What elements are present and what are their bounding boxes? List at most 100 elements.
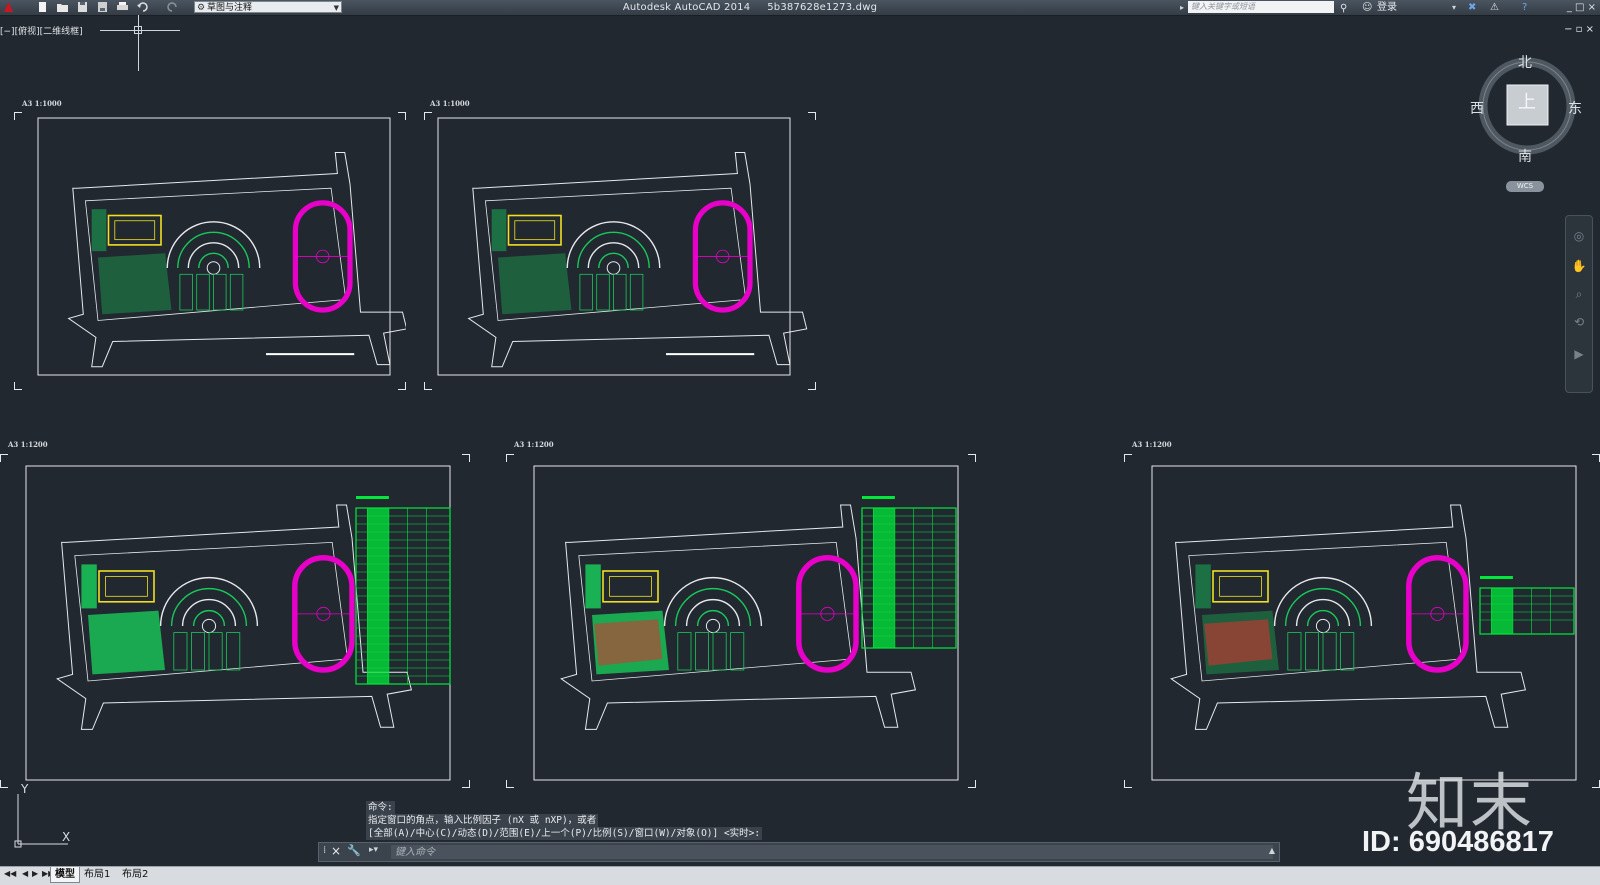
planting-area [585,564,601,609]
amphitheatre-arc [198,252,229,269]
sheet-content [0,454,470,788]
chevron-right-icon[interactable]: ▸ [1180,0,1184,15]
pan-hand-icon[interactable]: ✋ [1571,258,1587,274]
drawing-sheet[interactable] [14,112,406,390]
amphitheatre-arc [192,609,226,627]
parking-block [196,273,210,311]
table-title [862,496,895,499]
close-icon[interactable]: × [331,844,341,858]
command-history-line: [全部(A)/中心(C)/动态(D)/范围(E)/上一个(P)/比例(S)/窗口… [366,827,763,840]
crop-mark [1592,780,1600,788]
drawing-sheet[interactable] [424,112,816,390]
exchange-icon[interactable]: ✖ [1468,0,1476,15]
sheet-content [1124,454,1600,788]
parking-block [179,273,193,311]
table-title [356,496,389,499]
next-tab-icon[interactable]: ▶ [32,869,38,878]
school-building [507,214,562,246]
sheet-content [506,454,976,788]
command-history-line: 命令: [366,801,395,814]
sheet-content [424,112,816,390]
parking-block [208,632,223,671]
user-icon[interactable]: ☺ [1362,0,1372,15]
showmotion-icon[interactable]: ▶ [1571,346,1587,362]
compass-north[interactable]: 北 [1518,52,1532,72]
login-dropdown-icon[interactable]: ▾ [1452,0,1456,15]
planting-area [491,209,507,252]
crosshair-cursor-vertical [138,15,139,71]
drawing-sheet[interactable] [506,454,976,788]
amphitheatre-arc [566,221,661,269]
drawing-sheet[interactable] [0,454,470,788]
parking-block [213,273,227,311]
amphitheatre-arc [696,609,730,627]
steering-wheel-icon[interactable]: ◎ [1571,228,1587,244]
crop-mark [14,112,22,120]
login-button[interactable]: 登录 [1377,0,1397,15]
parking-block [190,632,205,671]
crop-mark [424,112,432,120]
tab-layout2[interactable]: 布局2 [118,867,152,882]
planting-area [81,564,97,609]
amphitheatre-arc [587,242,640,269]
tab-layout1[interactable]: 布局1 [80,867,114,882]
crosshair-pickbox [134,26,142,34]
command-input[interactable] [391,845,1273,859]
planting-area [98,253,172,315]
binoculars-icon[interactable]: ⚲ [1340,1,1347,16]
planting-area [88,610,165,675]
viewcube-face-top[interactable]: 上 [1518,88,1536,114]
school-building [107,214,162,246]
prev-tab-icon[interactable]: ◀ [22,869,28,878]
parking-block [1322,632,1337,671]
table-fill [1491,588,1513,634]
parking-block [613,273,627,311]
planting-area [498,253,572,315]
crop-mark [506,780,514,788]
orbit-icon[interactable]: ⟲ [1571,314,1587,330]
customize-wrench-icon[interactable]: 🔧 [347,844,361,857]
crop-mark [398,382,406,390]
compass-east[interactable]: 东 [1568,98,1582,118]
sheet-scale-label: A3 1:1000 [22,99,62,108]
first-tab-icon[interactable]: ◀◀ [4,869,16,878]
school-building [1212,570,1269,603]
amphitheatre-arc [1306,609,1340,627]
viewport-controls-label[interactable]: [−][俯视][二维线框] [0,24,83,37]
amphitheatre-arc [1273,576,1373,627]
parking-block [1304,632,1319,671]
crop-mark [462,454,470,462]
parking-block [229,273,244,311]
parking-block [579,273,593,311]
parking-block [173,632,188,671]
search-input[interactable]: 键入关键字或短语 [1188,1,1334,13]
zoom-icon[interactable]: ⌕ [1571,286,1587,302]
sheet-scale-label: A3 1:1200 [1132,440,1172,449]
amphitheatre-arc [685,598,741,627]
wcs-menu[interactable]: WCS [1506,181,1544,192]
recent-commands-icon[interactable]: ▸▾ [369,845,378,855]
sheet-scale-label: A3 1:1200 [514,440,554,449]
window-controls[interactable]: _ □ × [1567,0,1596,15]
connect-icon[interactable]: ⚠ [1490,0,1499,15]
sheet-content [14,112,406,390]
planting-area [91,209,107,252]
crop-mark [968,780,976,788]
central-plaza [705,618,721,634]
school-building-inner [105,576,148,597]
drawing-sheet[interactable] [1124,454,1600,788]
planting-area [1195,564,1211,609]
school-building-inner [609,576,652,597]
compass-south[interactable]: 南 [1518,146,1532,166]
navigation-bar: ◎ ✋ ⌕ ⟲ ▶ [1565,215,1593,393]
ucs-y-label: Y [21,782,29,796]
tab-model[interactable]: 模型 [50,867,80,883]
parking-block [226,632,241,671]
compass-west[interactable]: 西 [1470,98,1484,118]
school-building-inner [1219,576,1262,597]
chevron-up-icon[interactable]: ▲ [1269,846,1275,855]
amphitheatre-arc [159,576,259,627]
drawing-window-controls[interactable]: − ▫ × [1564,24,1594,35]
help-icon[interactable]: ? [1522,0,1527,15]
grip-icon[interactable]: ⁞ [323,845,326,856]
